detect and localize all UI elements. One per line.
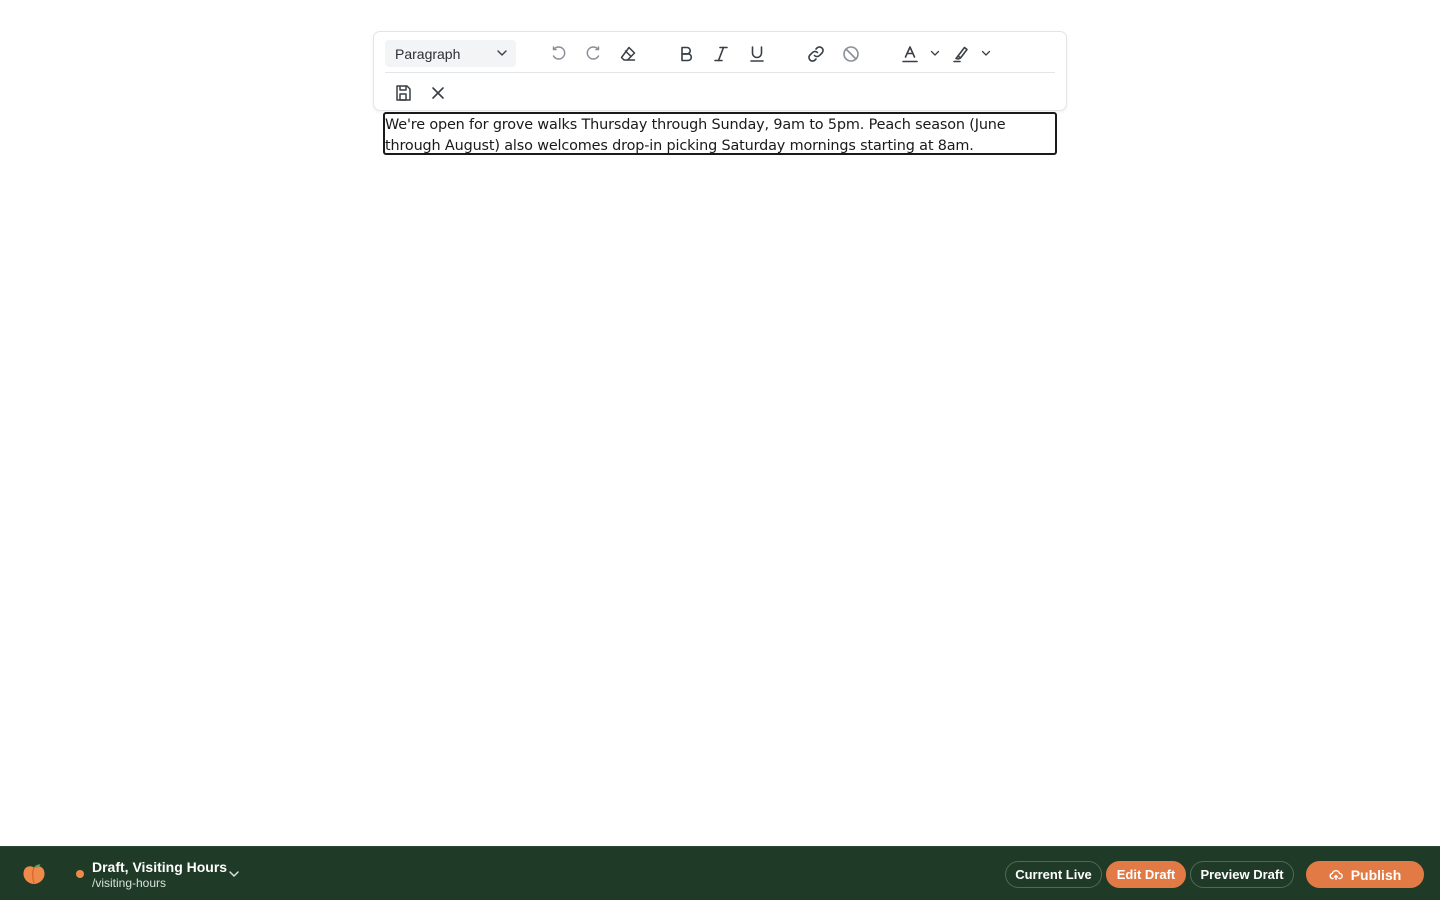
text-color-icon	[902, 46, 918, 63]
editor-text-line: through August) also welcomes drop-in pi…	[385, 138, 974, 154]
editor-text-line: We're open for grove walks Thursday thro…	[385, 117, 1006, 133]
undo-button[interactable]	[546, 41, 572, 67]
draft-status-dot	[76, 870, 84, 878]
chevron-down-icon	[497, 50, 507, 56]
redo-button[interactable]	[580, 41, 606, 67]
editor-toolbar: Paragraph	[373, 31, 1067, 111]
rich-text-editor[interactable]: We're open for grove walks Thursday thro…	[383, 112, 1057, 155]
page-title: Draft, Visiting Hours	[92, 859, 228, 875]
publish-button[interactable]: Publish	[1306, 861, 1424, 888]
preview-draft-button[interactable]: Preview Draft	[1190, 861, 1294, 888]
highlight-button[interactable]	[948, 41, 974, 67]
publish-label: Publish	[1350, 866, 1402, 883]
chevron-down-icon[interactable]	[227, 867, 241, 881]
toolbar-divider	[385, 72, 1055, 73]
save-icon	[396, 85, 411, 101]
link-button[interactable]	[803, 41, 829, 67]
italic-icon	[714, 46, 728, 62]
underline-icon	[750, 46, 764, 62]
block-format-select[interactable]: Paragraph	[385, 40, 516, 67]
toolbar-action-row	[385, 78, 585, 106]
peach-icon[interactable]	[20, 860, 48, 888]
link-icon	[808, 46, 824, 62]
text-color-button[interactable]	[897, 41, 923, 67]
undo-icon	[552, 46, 566, 60]
page-path: /visiting-hours	[92, 876, 167, 890]
ban-icon	[843, 46, 859, 62]
unlink-button[interactable]	[838, 41, 864, 67]
underline-button[interactable]	[744, 41, 770, 67]
toolbar-format-row: Paragraph	[385, 39, 1056, 67]
bold-button[interactable]	[673, 41, 699, 67]
block-format-value: Paragraph	[395, 45, 461, 62]
current-live-button[interactable]: Current Live	[1005, 861, 1102, 888]
bold-icon	[681, 46, 693, 62]
save-button[interactable]	[390, 80, 416, 106]
edit-draft-button[interactable]: Edit Draft	[1106, 861, 1186, 888]
page: Paragraph We're open for grove walks Thu…	[0, 0, 1440, 900]
highlighter-icon	[953, 46, 968, 63]
highlight-chevron-down-icon[interactable]	[980, 47, 992, 59]
text-color-chevron-down-icon[interactable]	[929, 47, 941, 59]
bottom-bar: Draft, Visiting Hours /visiting-hours Cu…	[0, 846, 1440, 900]
cloud-upload-icon	[1329, 869, 1343, 880]
close-icon	[432, 87, 444, 99]
redo-icon	[586, 46, 600, 60]
cancel-button[interactable]	[425, 80, 451, 106]
italic-button[interactable]	[708, 41, 734, 67]
clear-formatting-button[interactable]	[615, 41, 641, 67]
eraser-icon	[620, 46, 636, 61]
